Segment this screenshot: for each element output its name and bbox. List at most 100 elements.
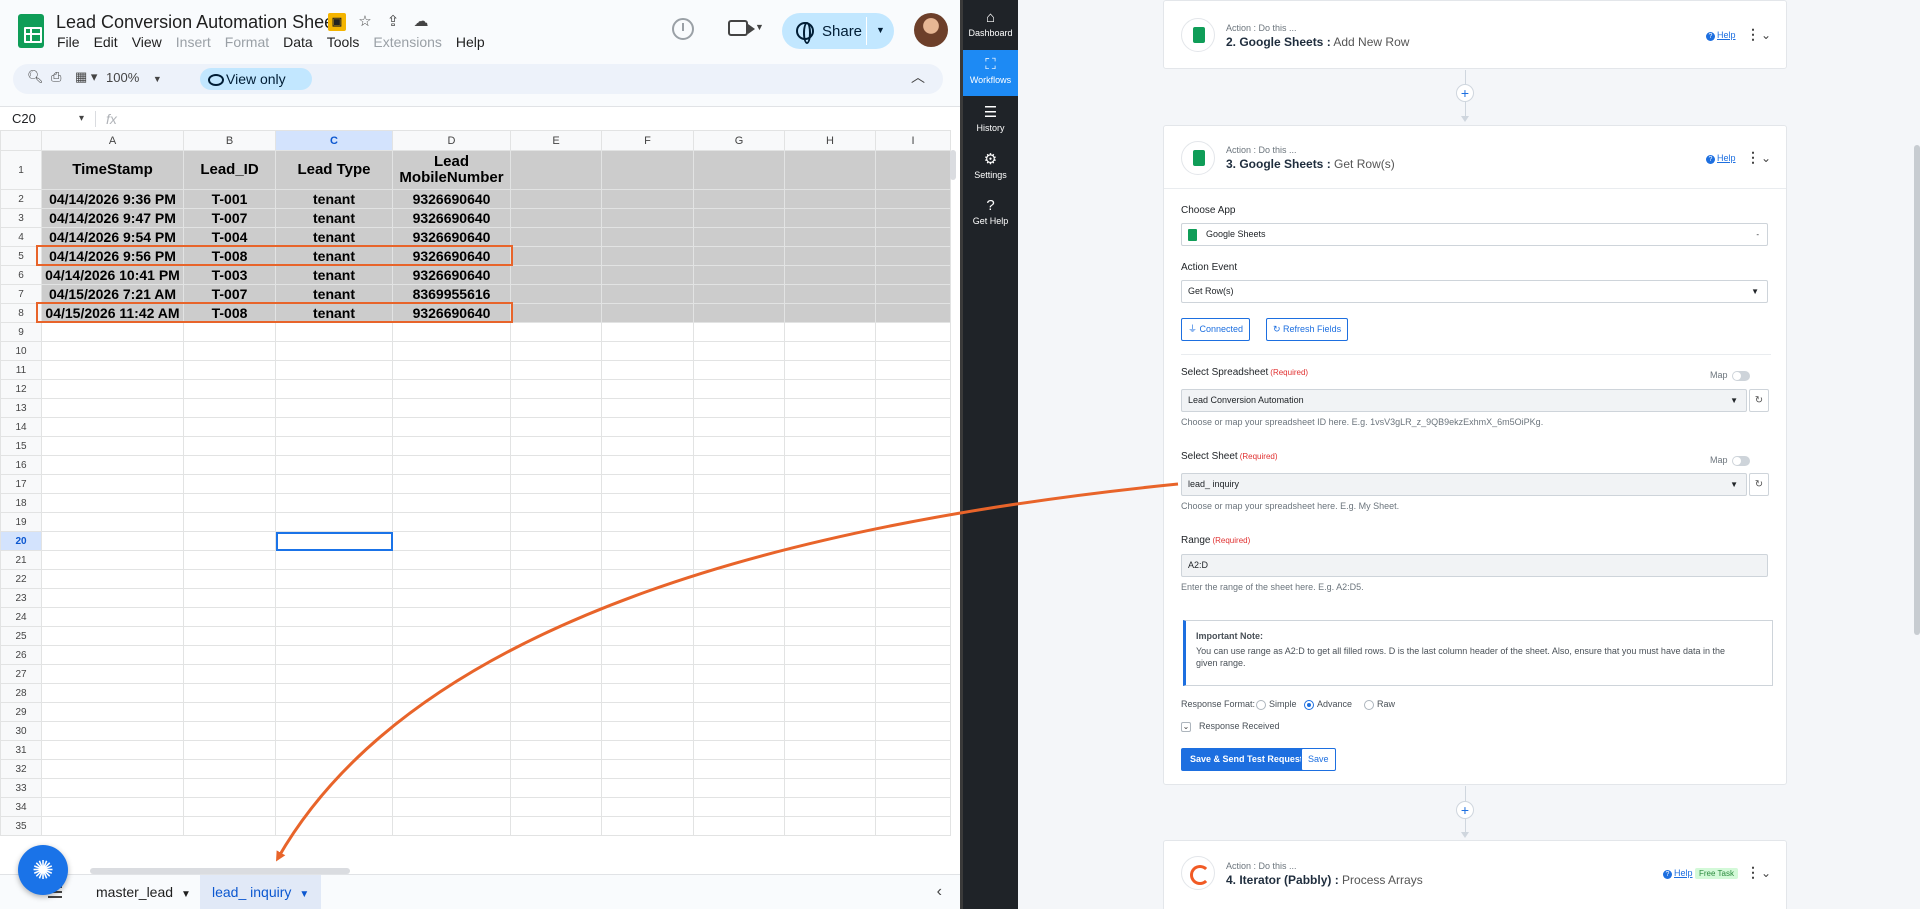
row-header[interactable]: 29 xyxy=(0,702,42,722)
cell[interactable] xyxy=(392,759,511,779)
cell[interactable]: T-008 xyxy=(183,303,276,323)
cell[interactable] xyxy=(183,607,276,627)
cell[interactable] xyxy=(875,816,951,836)
cell[interactable] xyxy=(183,360,276,380)
cell[interactable] xyxy=(392,322,511,342)
cell[interactable] xyxy=(601,664,694,684)
menu-item-help[interactable]: Help xyxy=(456,34,492,50)
cell[interactable] xyxy=(392,417,511,437)
cell[interactable]: T-003 xyxy=(183,265,276,285)
cell[interactable] xyxy=(784,227,876,247)
cell[interactable] xyxy=(693,208,785,228)
cell[interactable] xyxy=(392,740,511,760)
cell[interactable] xyxy=(784,778,876,798)
cell[interactable] xyxy=(392,797,511,817)
cell[interactable] xyxy=(392,778,511,798)
cell[interactable] xyxy=(784,702,876,722)
cell[interactable] xyxy=(784,360,876,380)
row-header[interactable]: 31 xyxy=(0,740,42,760)
cell[interactable]: Lead_ID xyxy=(183,150,276,190)
row-header[interactable]: 33 xyxy=(0,778,42,798)
cell[interactable] xyxy=(183,797,276,817)
cell[interactable] xyxy=(693,322,785,342)
cell[interactable] xyxy=(601,417,694,437)
row-header[interactable]: 9 xyxy=(0,322,42,342)
cell[interactable] xyxy=(601,588,694,608)
cell[interactable] xyxy=(275,626,393,646)
cell[interactable] xyxy=(875,398,951,418)
column-header-h[interactable]: H xyxy=(784,130,876,151)
cell[interactable] xyxy=(693,150,785,190)
cell[interactable] xyxy=(784,455,876,475)
cell[interactable] xyxy=(510,683,602,703)
tab-lead-inquiry[interactable]: lead_ inquiry ▼ xyxy=(200,875,322,909)
cell[interactable] xyxy=(601,683,694,703)
cell[interactable] xyxy=(510,702,602,722)
cell[interactable] xyxy=(510,436,602,456)
cell[interactable] xyxy=(601,265,694,285)
cell[interactable] xyxy=(601,531,694,551)
cell[interactable] xyxy=(41,474,184,494)
cell[interactable] xyxy=(693,626,785,646)
cell[interactable] xyxy=(510,379,602,399)
cell[interactable] xyxy=(275,664,393,684)
cell[interactable] xyxy=(875,664,951,684)
cell[interactable] xyxy=(275,778,393,798)
star-icon[interactable]: ☆ xyxy=(356,13,374,31)
cell[interactable] xyxy=(392,474,511,494)
sidebar-item-dashboard[interactable]: ⌂ Dashboard xyxy=(963,3,1018,49)
row-header[interactable]: 34 xyxy=(0,797,42,817)
cell[interactable] xyxy=(784,740,876,760)
cell[interactable] xyxy=(601,493,694,513)
cell[interactable] xyxy=(601,360,694,380)
more-options-icon[interactable]: ⋮ xyxy=(1746,149,1760,166)
cell[interactable] xyxy=(41,721,184,741)
cell[interactable] xyxy=(875,588,951,608)
cell[interactable] xyxy=(510,265,602,285)
cell[interactable] xyxy=(275,683,393,703)
share-button[interactable]: Share ▼ xyxy=(782,13,894,49)
cell[interactable]: tenant xyxy=(275,303,393,323)
refresh-fields-button[interactable]: ↻ Refresh Fields xyxy=(1266,318,1349,341)
row-header[interactable]: 23 xyxy=(0,588,42,608)
cell[interactable] xyxy=(784,759,876,779)
cell[interactable] xyxy=(275,569,393,589)
cell[interactable] xyxy=(275,702,393,722)
cell[interactable] xyxy=(510,341,602,361)
cell[interactable] xyxy=(601,208,694,228)
cell[interactable] xyxy=(784,645,876,665)
cell[interactable] xyxy=(275,645,393,665)
sheets-logo-icon[interactable] xyxy=(18,14,44,48)
document-title[interactable]: Lead Conversion Automation Sheet xyxy=(56,12,339,33)
cell[interactable] xyxy=(693,341,785,361)
cell[interactable] xyxy=(183,341,276,361)
meet-icon[interactable] xyxy=(728,20,755,36)
cell[interactable]: tenant xyxy=(275,189,393,209)
cell[interactable] xyxy=(875,455,951,475)
cell[interactable] xyxy=(275,322,393,342)
column-header-d[interactable]: D xyxy=(392,130,511,151)
cell[interactable] xyxy=(875,550,951,570)
row-header[interactable]: 17 xyxy=(0,474,42,494)
cell[interactable]: 9326690640 xyxy=(392,208,511,228)
cell[interactable] xyxy=(275,816,393,836)
cell[interactable] xyxy=(693,474,785,494)
column-header-b[interactable]: B xyxy=(183,130,276,151)
add-step-icon[interactable]: + xyxy=(1456,84,1474,102)
cell[interactable] xyxy=(41,797,184,817)
cell[interactable] xyxy=(392,512,511,532)
cell[interactable] xyxy=(510,664,602,684)
cell[interactable] xyxy=(601,816,694,836)
cell[interactable] xyxy=(41,417,184,437)
grid-table[interactable]: A B C D E F G H I 1 TimeStamp Lead_ID Lead Type Lead … xyxy=(0,130,951,836)
cell[interactable] xyxy=(875,189,951,209)
cell[interactable] xyxy=(392,379,511,399)
cell[interactable] xyxy=(601,702,694,722)
cell[interactable] xyxy=(392,607,511,627)
cell[interactable] xyxy=(392,569,511,589)
cell[interactable] xyxy=(601,797,694,817)
cell[interactable] xyxy=(183,550,276,570)
select-all-corner[interactable] xyxy=(0,130,42,151)
step-card-4[interactable]: Action : Do this ... 4. Iterator (Pabbly… xyxy=(1163,840,1787,909)
cell[interactable] xyxy=(392,721,511,741)
